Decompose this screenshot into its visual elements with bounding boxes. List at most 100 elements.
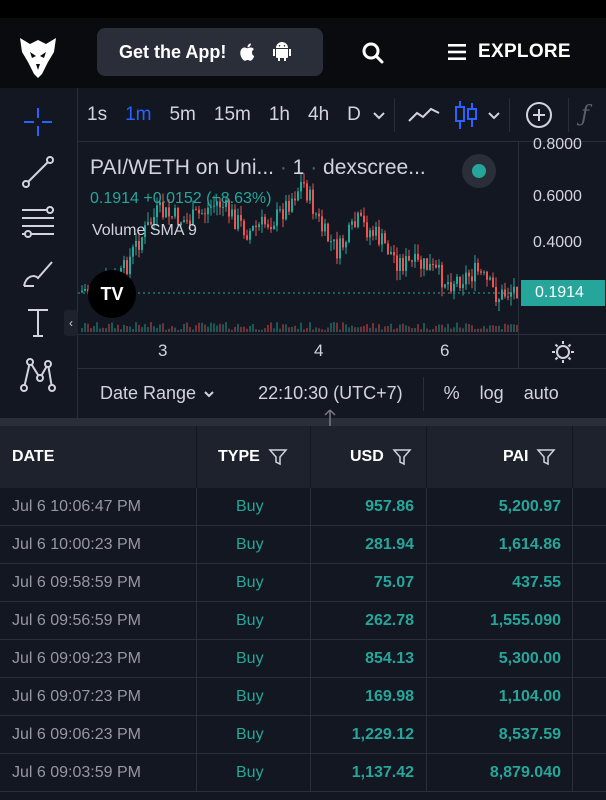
date-range-button[interactable]: Date Range: [100, 383, 196, 404]
volume-bar: [219, 323, 221, 332]
column-divider: [310, 488, 311, 526]
search-icon[interactable]: [356, 36, 390, 70]
candle-body: [450, 282, 452, 292]
candle-body: [330, 241, 332, 243]
volume-bar: [117, 324, 119, 332]
text-tool-icon[interactable]: [18, 302, 58, 342]
table-row[interactable]: Jul 6 09:07:23 PM Buy 169.98 1,104.00: [0, 678, 606, 716]
fib-retracement-icon[interactable]: [18, 202, 58, 242]
column-divider: [196, 564, 197, 602]
timeframe-1h[interactable]: 1h: [260, 104, 299, 126]
column-header-date[interactable]: DATE: [12, 426, 54, 488]
volume-indicator-label[interactable]: Volume SMA 9: [92, 222, 197, 240]
table-row[interactable]: Jul 6 09:56:59 PM Buy 262.78 1,555.090: [0, 602, 606, 640]
brush-icon[interactable]: [18, 252, 58, 292]
filter-icon[interactable]: [392, 448, 412, 466]
clock-label[interactable]: 22:10:30 (UTC+7): [258, 383, 403, 404]
volume-bar: [279, 328, 281, 332]
candles-icon[interactable]: [453, 99, 479, 131]
panel-resize-handle[interactable]: [0, 409, 606, 433]
candle-body: [432, 263, 434, 265]
volume-bar: [270, 322, 272, 332]
timeframe-1s[interactable]: 1s: [78, 104, 116, 126]
volume-bar: [510, 324, 512, 332]
auto-toggle[interactable]: auto: [524, 383, 559, 404]
table-row[interactable]: Jul 6 09:09:23 PM Buy 854.13 5,300.00: [0, 640, 606, 678]
volume-bar: [135, 322, 137, 332]
trend-line-icon[interactable]: [18, 152, 58, 192]
candle-body: [477, 262, 479, 272]
pair-title: PAI/WETH on Uni...: [90, 156, 274, 179]
table-row[interactable]: Jul 6 09:58:59 PM Buy 75.07 437.55: [0, 564, 606, 602]
table-row[interactable]: Jul 6 10:00:23 PM Buy 281.94 1,614.86: [0, 526, 606, 564]
candle-body: [321, 216, 323, 232]
volume-bar: [462, 328, 464, 332]
volume-bar: [483, 326, 485, 332]
candle-body: [207, 207, 209, 215]
timeframe-4h[interactable]: 4h: [299, 104, 338, 126]
chevron-down-icon[interactable]: [200, 385, 218, 403]
time-axis[interactable]: 3 4 6: [78, 334, 518, 368]
chevron-down-icon[interactable]: [370, 106, 388, 124]
volume-bar: [228, 328, 230, 332]
table-row[interactable]: Jul 6 10:06:47 PM Buy 957.86 5,200.97: [0, 488, 606, 526]
time-tick: 6: [440, 341, 450, 360]
candle-body: [438, 264, 440, 268]
candle-body: [201, 213, 203, 215]
table-row[interactable]: Jul 6 09:06:23 PM Buy 1,229.12 8,537.59: [0, 716, 606, 754]
volume-bar: [453, 327, 455, 332]
table-row[interactable]: Jul 6 09:03:59 PM Buy 1,137.42 8,879.040: [0, 754, 606, 792]
get-app-button[interactable]: Get the App!: [97, 28, 323, 76]
volume-bar: [96, 322, 98, 332]
collapse-toolbar-button[interactable]: ‹: [64, 310, 78, 336]
crosshair-icon[interactable]: [18, 102, 58, 142]
eagle-logo-icon[interactable]: [14, 34, 62, 78]
candle-body: [126, 260, 128, 275]
chevron-down-icon[interactable]: [485, 106, 503, 124]
trade-usd: 169.98: [365, 688, 414, 705]
price-axis[interactable]: 0.8000 0.6000 0.4000 0.1914: [518, 136, 606, 334]
volume-bar: [138, 324, 140, 332]
candle-body: [507, 296, 509, 298]
filter-icon[interactable]: [536, 448, 557, 466]
add-indicator-icon[interactable]: [524, 100, 554, 130]
tradingview-logo[interactable]: TV: [88, 270, 136, 318]
column-header-usd[interactable]: USD: [350, 426, 412, 488]
timeframe-1m[interactable]: 1m: [116, 104, 160, 126]
timeframe-5m[interactable]: 5m: [160, 104, 204, 126]
explore-button[interactable]: EXPLORE: [448, 30, 571, 74]
candle-body: [378, 226, 380, 245]
column-header-pai[interactable]: PAI: [503, 426, 557, 488]
candle-body: [348, 224, 350, 243]
column-divider: [310, 716, 311, 754]
volume-bar: [141, 327, 143, 332]
log-toggle[interactable]: log: [480, 383, 504, 404]
volume-bar: [201, 322, 203, 332]
candle-body: [513, 286, 515, 293]
volume-bar: [426, 328, 428, 332]
column-divider: [572, 564, 573, 602]
get-app-label: Get the App!: [119, 41, 227, 62]
volume-bar: [336, 322, 338, 332]
column-header-type[interactable]: TYPE: [218, 426, 288, 488]
column-divider: [572, 678, 573, 716]
candle-body: [402, 257, 404, 271]
volume-bar: [381, 329, 383, 332]
candle-body: [138, 240, 140, 250]
volume-bar: [420, 329, 422, 332]
timeframe-d[interactable]: D: [338, 104, 370, 126]
pattern-tool-icon[interactable]: [18, 354, 58, 394]
column-divider: [572, 526, 573, 564]
percent-toggle[interactable]: %: [444, 383, 460, 404]
line-chart-icon[interactable]: [407, 103, 441, 127]
column-divider: [196, 640, 197, 678]
column-divider: [426, 678, 427, 716]
trade-pai: 437.55: [512, 574, 561, 591]
filter-icon[interactable]: [268, 448, 288, 466]
volume-bar: [477, 328, 479, 332]
chart-settings-button[interactable]: [518, 334, 606, 368]
price-chart[interactable]: PAI/WETH on Uni... · 1 · dexscree... 0.1…: [78, 142, 518, 334]
volume-bar: [285, 324, 287, 332]
timeframe-15m[interactable]: 15m: [205, 104, 260, 126]
function-icon[interactable]: ƒ: [581, 102, 589, 127]
